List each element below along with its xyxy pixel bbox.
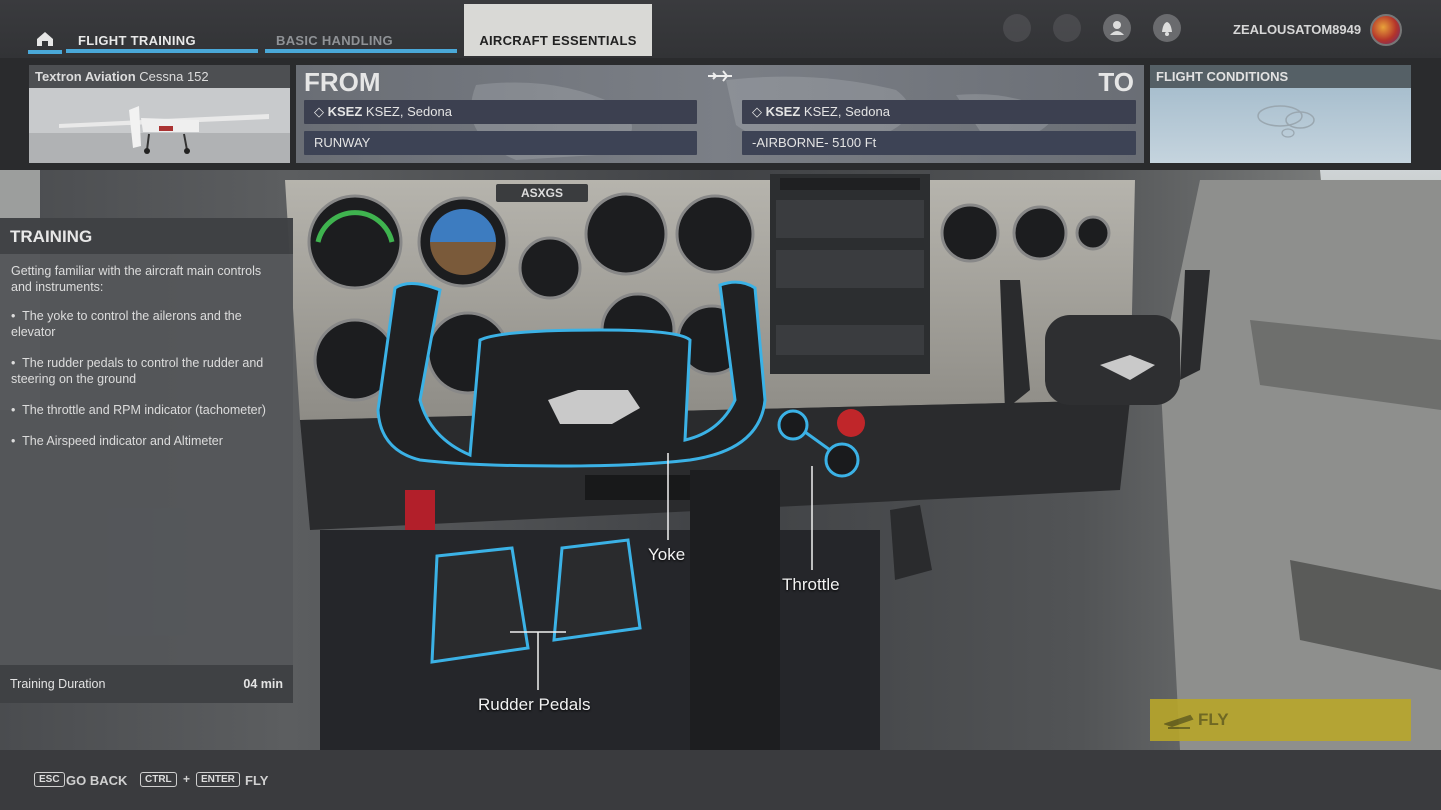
fly-hint[interactable]: FLY xyxy=(245,773,268,788)
activity-icon[interactable] xyxy=(1003,14,1031,42)
from-label: FROM xyxy=(304,67,381,97)
tab-aircraft-essentials-label: AIRCRAFT ESSENTIALS xyxy=(479,33,637,48)
training-duration-label: Training Duration xyxy=(10,677,106,691)
from-airport-field[interactable]: ◇ KSEZ KSEZ, Sedona xyxy=(304,100,697,124)
list-item: • The Airspeed indicator and Altimeter xyxy=(11,434,223,448)
panel-placard: ASXGS xyxy=(521,186,563,200)
tab-basic-handling-label: BASIC HANDLING xyxy=(276,33,393,48)
arrival-start-field[interactable]: -AIRBORNE- 5100 Ft xyxy=(742,131,1136,155)
home-button[interactable] xyxy=(28,22,62,54)
route-panel: FROM TO ◇ KSEZ KSEZ, Sedona ◇ KSEZ KSEZ,… xyxy=(296,65,1144,163)
flight-conditions-title: FLIGHT CONDITIONS xyxy=(1150,65,1411,88)
waypoint-diamond-icon: ◇ xyxy=(314,104,324,119)
profile-icon[interactable] xyxy=(1103,14,1131,42)
esc-key-icon[interactable]: ESC xyxy=(34,772,65,787)
plane-icon xyxy=(708,70,732,82)
list-item: • The throttle and RPM indicator (tachom… xyxy=(11,403,266,417)
list-item: • The yoke to control the ailerons and t… xyxy=(11,309,242,339)
aircraft-thumbnail xyxy=(29,88,290,163)
plane-takeoff-icon xyxy=(1164,714,1194,729)
weather-cloud-icon xyxy=(1257,105,1315,138)
training-panel: TRAINING Getting familiar with the aircr… xyxy=(0,218,293,703)
tab-underline xyxy=(265,49,457,53)
plus-sign: + xyxy=(183,772,191,786)
from-airport-name: KSEZ, Sedona xyxy=(365,104,452,119)
aircraft-model: Cessna 152 xyxy=(139,69,209,84)
tab-aircraft-essentials[interactable]: AIRCRAFT ESSENTIALS xyxy=(464,4,652,56)
username[interactable]: ZEALOUSATOM8949 xyxy=(1233,22,1361,37)
training-list: • The yoke to control the ailerons and t… xyxy=(11,308,286,464)
callout-throttle: Throttle xyxy=(782,575,840,594)
home-icon xyxy=(28,32,62,54)
flight-conditions-card[interactable]: FLIGHT CONDITIONS xyxy=(1150,65,1411,163)
bottom-bar: ESC GO BACK CTRL + ENTER FLY xyxy=(0,750,1441,810)
tab-underline xyxy=(66,49,258,53)
waypoint-diamond-icon: ◇ xyxy=(752,104,762,119)
tab-flight-training[interactable]: FLIGHT TRAINING xyxy=(66,18,258,56)
ctrl-key-icon: CTRL xyxy=(140,772,177,787)
training-intro: Getting familiar with the aircraft main … xyxy=(11,264,262,294)
tab-basic-handling[interactable]: BASIC HANDLING xyxy=(265,18,457,56)
avatar[interactable] xyxy=(1370,14,1402,46)
training-title: TRAINING xyxy=(0,218,293,254)
list-item: • The rudder pedals to control the rudde… xyxy=(11,356,264,386)
aircraft-maker: Textron Aviation xyxy=(35,69,136,84)
callout-yoke: Yoke xyxy=(648,545,686,564)
training-duration-value: 04 min xyxy=(243,677,283,691)
to-label: TO xyxy=(1098,67,1134,97)
fly-button[interactable]: FLY xyxy=(1150,699,1411,741)
aircraft-name: Textron Aviation Cessna 152 xyxy=(29,65,290,88)
enter-key-icon: ENTER xyxy=(196,772,240,787)
to-airport-code: KSEZ xyxy=(765,104,801,119)
notifications-bell-icon[interactable] xyxy=(1153,14,1181,42)
friends-icon[interactable] xyxy=(1053,14,1081,42)
to-airport-field[interactable]: ◇ KSEZ KSEZ, Sedona xyxy=(742,100,1136,124)
from-airport-code: KSEZ xyxy=(327,104,363,119)
to-airport-name: KSEZ, Sedona xyxy=(803,104,890,119)
aircraft-card[interactable]: Textron Aviation Cessna 152 xyxy=(29,65,290,163)
callout-rudder-pedals: Rudder Pedals xyxy=(478,695,591,714)
training-duration: Training Duration 04 min xyxy=(0,665,293,703)
go-back-hint[interactable]: GO BACK xyxy=(66,773,127,788)
tab-flight-training-label: FLIGHT TRAINING xyxy=(78,33,196,48)
departure-start-field[interactable]: RUNWAY xyxy=(304,131,697,155)
fly-button-label: FLY xyxy=(1198,710,1229,729)
